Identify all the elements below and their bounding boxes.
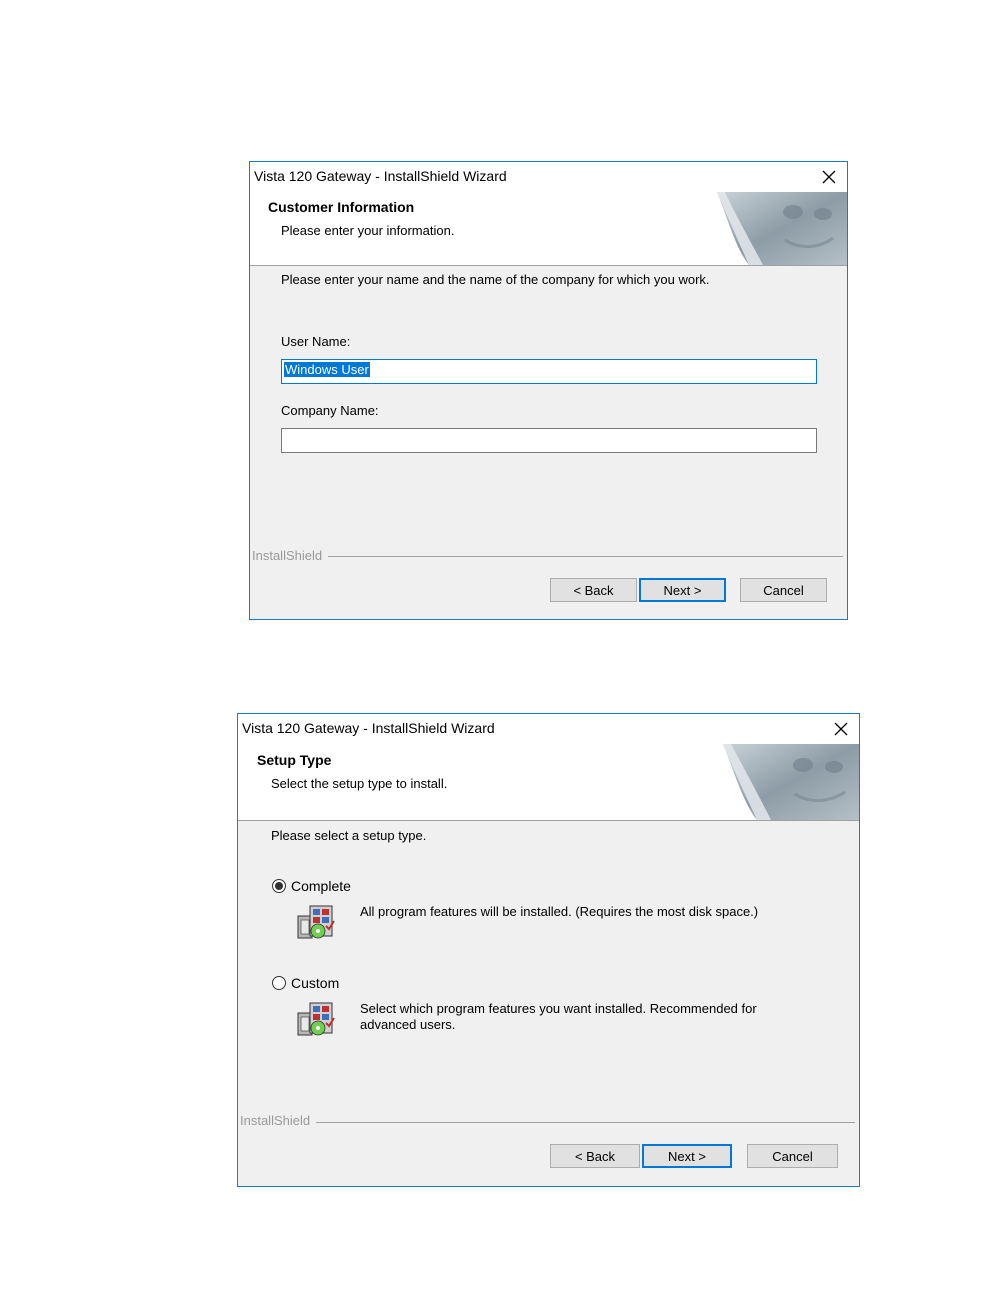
window-title: Vista 120 Gateway - InstallShield Wizard <box>254 168 507 184</box>
user-name-value: Windows User <box>284 362 370 377</box>
header-panel: Setup Type Select the setup type to inst… <box>238 744 859 821</box>
setup-package-icon <box>297 1002 335 1036</box>
company-name-label: Company Name: <box>281 403 379 418</box>
page-curl-art <box>723 744 859 820</box>
user-name-label: User Name: <box>281 334 351 349</box>
instruction-text: Please select a setup type. <box>271 828 427 843</box>
setup-type-dialog: Vista 120 Gateway - InstallShield Wizard… <box>237 713 860 1187</box>
customer-info-dialog: Vista 120 Gateway - InstallShield Wizard… <box>249 161 848 620</box>
window-title: Vista 120 Gateway - InstallShield Wizard <box>242 720 495 736</box>
title-bar: Vista 120 Gateway - InstallShield Wizard <box>238 714 859 744</box>
option-label-complete: Complete <box>291 878 351 894</box>
cancel-button[interactable]: Cancel <box>740 578 827 602</box>
back-button[interactable]: < Back <box>550 1144 640 1168</box>
page-subtitle: Select the setup type to install. <box>271 776 448 791</box>
radio-button[interactable] <box>272 879 286 893</box>
close-icon <box>822 170 836 184</box>
setup-package-icon <box>297 905 335 939</box>
page-title: Setup Type <box>257 752 332 768</box>
next-button[interactable]: Next > <box>642 1144 732 1168</box>
page-subtitle: Please enter your information. <box>281 223 455 238</box>
radio-custom[interactable]: Custom <box>272 975 339 991</box>
radio-button[interactable] <box>272 976 286 990</box>
company-name-input[interactable] <box>281 428 817 453</box>
divider <box>240 1122 855 1123</box>
instruction-text: Please enter your name and the name of t… <box>281 272 710 287</box>
back-button[interactable]: < Back <box>550 578 637 602</box>
divider <box>252 556 843 557</box>
option-desc-complete: All program features will be installed. … <box>360 904 759 919</box>
next-button[interactable]: Next > <box>639 578 726 602</box>
installshield-brand: InstallShield <box>240 1113 317 1128</box>
user-name-input[interactable]: Windows User <box>281 359 817 384</box>
cancel-button[interactable]: Cancel <box>747 1144 838 1168</box>
close-button[interactable] <box>811 162 847 192</box>
radio-complete[interactable]: Complete <box>272 878 351 894</box>
header-panel: Customer Information Please enter your i… <box>250 192 847 266</box>
installshield-brand: InstallShield <box>252 548 329 563</box>
option-label-custom: Custom <box>291 975 340 991</box>
close-icon <box>834 722 848 736</box>
close-button[interactable] <box>823 714 859 744</box>
option-desc-custom: Select which program features you want i… <box>360 1001 757 1032</box>
page-curl-art <box>717 192 847 265</box>
title-bar: Vista 120 Gateway - InstallShield Wizard <box>250 162 847 192</box>
page-title: Customer Information <box>268 199 415 215</box>
radio-dot <box>275 882 283 890</box>
